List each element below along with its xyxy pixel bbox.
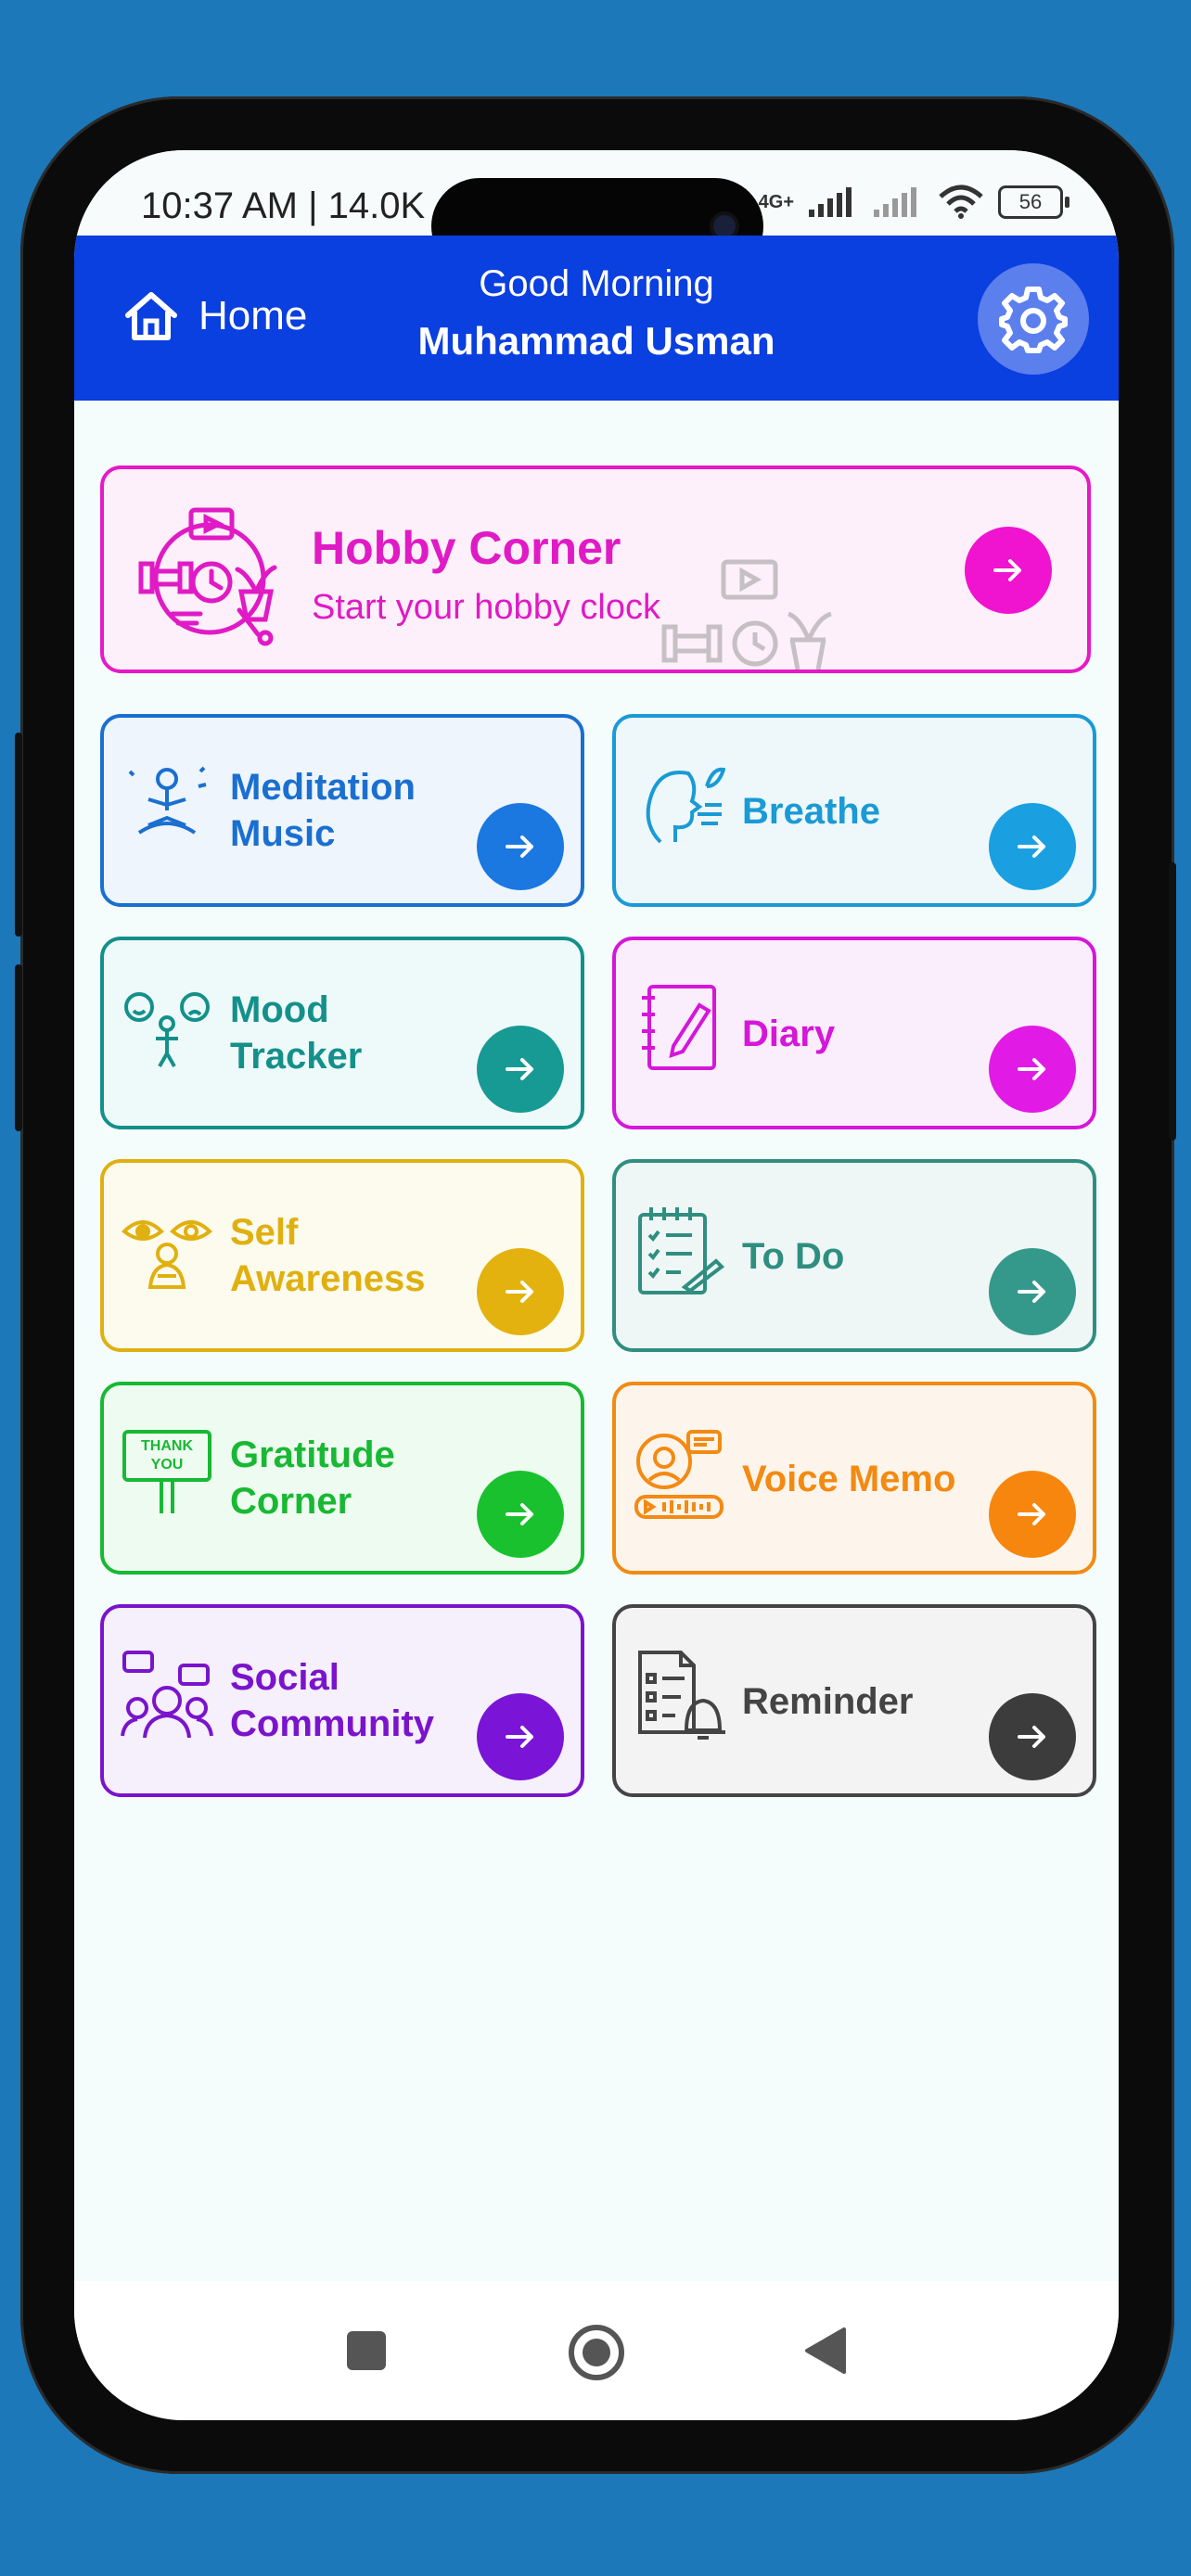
- arrow-right-icon: [506, 1503, 533, 1525]
- phone-volume-button: [15, 964, 22, 1131]
- status-time: 10:37 AM | 14.0K: [141, 185, 426, 226]
- arrow-right-icon: [1018, 1058, 1045, 1080]
- self-awareness-icon: [121, 1204, 213, 1301]
- feature-card-label: Breathe: [742, 791, 880, 832]
- square-icon: [347, 2331, 386, 2370]
- social-community-icon: [121, 1649, 213, 1746]
- app-screen: 10:37 AM | 14.0K 4G+ 56 Home Good Mornin…: [74, 150, 1119, 2420]
- reminder-arrow-button[interactable]: [989, 1693, 1076, 1780]
- mood-tracker-arrow-button[interactable]: [477, 1026, 564, 1113]
- arrow-right-icon: [506, 1058, 533, 1080]
- battery-indicator: 56: [998, 185, 1069, 219]
- arrow-right-icon: [1018, 1281, 1045, 1303]
- arrow-right-icon: [506, 835, 533, 858]
- voice-memo-icon: [633, 1426, 725, 1524]
- arrow-right-icon: [1018, 1503, 1045, 1525]
- feature-card-breathe[interactable]: Breathe: [612, 714, 1096, 907]
- feature-card-label: Meditation Music: [230, 767, 416, 854]
- feature-card-reminder[interactable]: Reminder: [612, 1604, 1096, 1797]
- breathe-icon: [633, 759, 726, 856]
- battery-level: 56: [1018, 190, 1043, 213]
- self-awareness-arrow-button[interactable]: [477, 1248, 564, 1335]
- meditation-music-icon: [121, 759, 213, 856]
- feature-card-label: Gratitude Corner: [230, 1435, 395, 1522]
- svg-text:YOU: YOU: [151, 1457, 184, 1473]
- feature-card-gratitude-corner[interactable]: THANK YOU Gratitude Corner: [100, 1382, 584, 1575]
- social-community-arrow-button[interactable]: [477, 1693, 564, 1780]
- feature-card-voice-memo[interactable]: Voice Memo: [612, 1382, 1096, 1575]
- network-type: 4G+: [758, 192, 794, 212]
- arrow-right-icon: [506, 1726, 533, 1748]
- feature-card-meditation-music[interactable]: Meditation Music: [100, 714, 584, 907]
- gratitude-corner-arrow-button[interactable]: [477, 1471, 564, 1558]
- feature-card-to-do[interactable]: To Do: [612, 1159, 1096, 1352]
- gear-icon: [999, 287, 1068, 353]
- svg-text:THANK: THANK: [141, 1438, 193, 1454]
- diary-icon: [633, 981, 725, 1078]
- arrow-right-icon: [1018, 1726, 1045, 1748]
- gratitude-corner-icon: THANK YOU: [121, 1426, 213, 1524]
- feature-card-label: To Do: [742, 1236, 845, 1277]
- recents-button[interactable]: [345, 2329, 388, 2377]
- diary-arrow-button[interactable]: [989, 1026, 1076, 1113]
- to-do-arrow-button[interactable]: [989, 1248, 1076, 1335]
- feature-card-label: Social Community: [230, 1657, 434, 1744]
- circle-icon: [569, 2325, 624, 2380]
- greeting-text: Good Morning: [479, 263, 714, 304]
- feature-card-self-awareness[interactable]: Self Awareness: [100, 1159, 584, 1352]
- hobby-icon: [135, 499, 284, 652]
- app-header: Home Good Morning Muhammad Usman: [74, 236, 1119, 401]
- hobby-watermark-icon: [660, 558, 846, 674]
- feature-card-mood-tracker[interactable]: Mood Tracker: [100, 937, 584, 1129]
- hobby-arrow-button[interactable]: [965, 527, 1052, 614]
- hobby-title: Hobby Corner: [312, 522, 621, 574]
- feature-card-label: Diary: [742, 1014, 836, 1054]
- system-nav-bar: [74, 2281, 1119, 2420]
- reminder-icon: [633, 1649, 725, 1746]
- arrow-right-icon: [1018, 835, 1045, 858]
- feature-card-label: Self Awareness: [230, 1212, 426, 1299]
- phone-power-button: [1169, 862, 1176, 1141]
- status-indicators: 4G+ 56: [758, 184, 1069, 221]
- back-button[interactable]: [803, 2326, 848, 2380]
- feature-card-label: Reminder: [742, 1681, 914, 1722]
- hobby-subtitle: Start your hobby clock: [312, 588, 660, 627]
- signal-icon: [809, 187, 852, 217]
- user-name: Muhammad Usman: [417, 319, 775, 363]
- meditation-music-arrow-button[interactable]: [477, 803, 564, 890]
- settings-button[interactable]: [978, 263, 1089, 375]
- phone-volume-button: [15, 733, 22, 937]
- hobby-corner-card[interactable]: Hobby Corner Start your hobby clock: [100, 465, 1091, 673]
- voice-memo-arrow-button[interactable]: [989, 1471, 1076, 1558]
- back-triangle-icon: [805, 2327, 846, 2374]
- mood-tracker-icon: [121, 981, 213, 1078]
- breathe-arrow-button[interactable]: [989, 803, 1076, 890]
- arrow-right-icon: [506, 1281, 533, 1303]
- wifi-icon: [939, 185, 983, 219]
- to-do-icon: [633, 1204, 725, 1301]
- signal-icon: [874, 187, 916, 217]
- feature-card-label: Mood Tracker: [230, 989, 363, 1077]
- feature-card-diary[interactable]: Diary: [612, 937, 1096, 1129]
- arrow-right-icon: [993, 559, 1021, 581]
- front-camera: [713, 215, 736, 237]
- feature-card-social-community[interactable]: Social Community: [100, 1604, 584, 1797]
- home-nav-button[interactable]: [568, 2324, 625, 2386]
- feature-card-label: Voice Memo: [742, 1459, 956, 1499]
